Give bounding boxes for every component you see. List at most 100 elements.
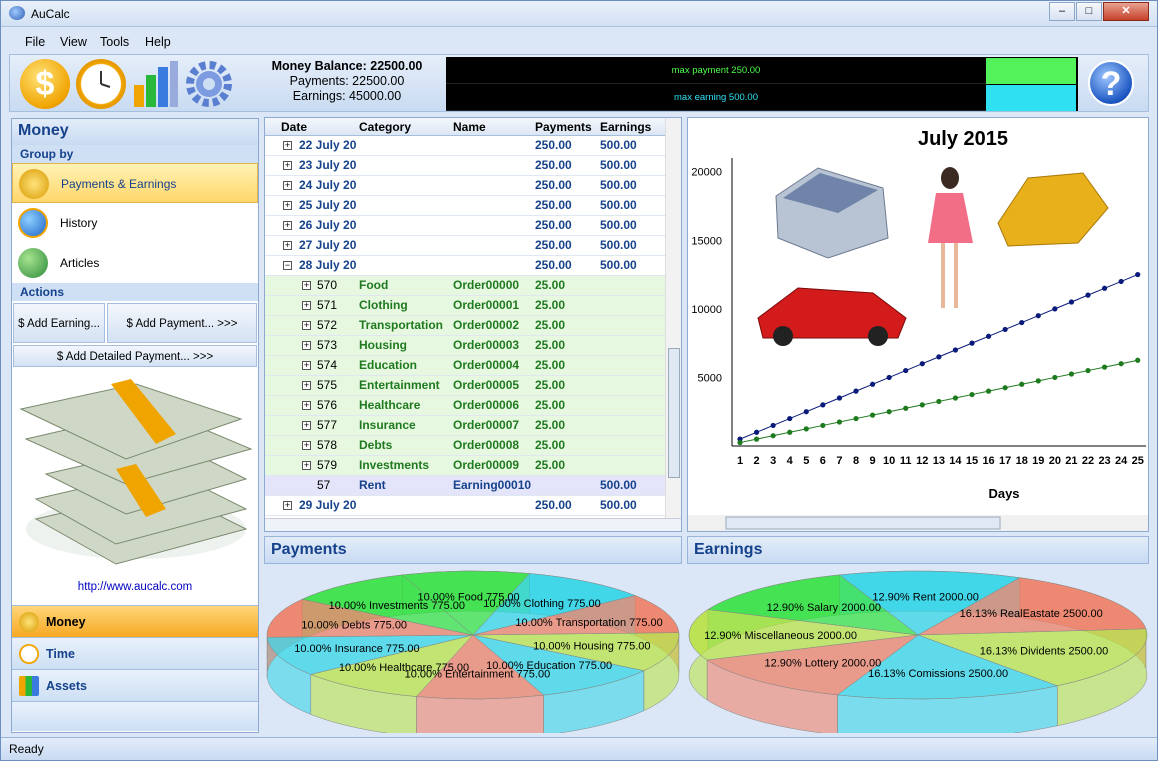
table-row[interactable]: +22 July 20 250.00 500.00 bbox=[265, 136, 665, 156]
data-point bbox=[1052, 306, 1058, 312]
asset-pictures bbox=[757, 167, 1109, 346]
nav-label: Assets bbox=[46, 679, 87, 693]
gear-icon[interactable] bbox=[184, 59, 234, 109]
earnings-total: Earnings: 45000.00 bbox=[292, 89, 402, 103]
nav-overflow[interactable] bbox=[12, 701, 258, 731]
table-row[interactable]: +573 Housing Order00003 25.00 bbox=[265, 336, 665, 356]
group-history[interactable]: History bbox=[12, 203, 258, 243]
col-date[interactable]: Date bbox=[281, 120, 307, 134]
table-row[interactable]: +572 Transportation Order00002 25.00 bbox=[265, 316, 665, 336]
nav-money[interactable]: Money bbox=[12, 605, 258, 637]
data-point bbox=[820, 402, 826, 408]
y-tick-label: 10000 bbox=[691, 304, 722, 316]
col-payments[interactable]: Payments bbox=[535, 120, 592, 134]
table-row[interactable]: +574 Education Order00004 25.00 bbox=[265, 356, 665, 376]
table-row[interactable]: +23 July 20 250.00 500.00 bbox=[265, 156, 665, 176]
expand-toggle-icon[interactable]: + bbox=[302, 461, 311, 470]
nav-time[interactable]: Time bbox=[12, 637, 258, 669]
payments-total: Payments: 22500.00 bbox=[289, 74, 405, 88]
name-cell: Order00003 bbox=[453, 338, 520, 352]
expand-toggle-icon[interactable]: + bbox=[302, 321, 311, 330]
category-cell: Food bbox=[359, 278, 389, 292]
expand-toggle-icon[interactable]: + bbox=[302, 301, 311, 310]
expand-toggle-icon[interactable]: + bbox=[283, 501, 292, 510]
expand-toggle-icon[interactable]: + bbox=[302, 341, 311, 350]
woman-image bbox=[941, 167, 959, 189]
expand-toggle-icon[interactable]: + bbox=[283, 141, 292, 150]
data-point bbox=[985, 388, 992, 394]
table-row[interactable]: +570 Food Order00000 25.00 bbox=[265, 276, 665, 296]
table-row[interactable]: +578 Debts Order00008 25.00 bbox=[265, 436, 665, 456]
table-row[interactable]: +571 Clothing Order00001 25.00 bbox=[265, 296, 665, 316]
category-cell: Education bbox=[359, 358, 418, 372]
table-row[interactable]: +577 Insurance Order00007 25.00 bbox=[265, 416, 665, 436]
scroll-thumb[interactable] bbox=[668, 348, 680, 478]
col-name[interactable]: Name bbox=[453, 120, 486, 134]
data-point bbox=[1101, 364, 1108, 370]
gold-bars-image bbox=[997, 172, 1109, 247]
expand-toggle-icon[interactable]: + bbox=[283, 221, 292, 230]
data-point bbox=[770, 433, 776, 439]
table-row[interactable]: +576 Healthcare Order00006 25.00 bbox=[265, 396, 665, 416]
website-link[interactable]: http://www.aucalc.com bbox=[12, 581, 258, 593]
table-row[interactable]: −28 July 20 250.00 500.00 bbox=[265, 256, 665, 276]
add-payment-button[interactable]: $ Add Payment... >>> bbox=[107, 303, 257, 343]
grid-scrollbar[interactable] bbox=[665, 118, 681, 518]
table-row[interactable]: +575 Entertainment Order00005 25.00 bbox=[265, 376, 665, 396]
payments-cell: 25.00 bbox=[535, 458, 566, 472]
data-point bbox=[753, 436, 760, 442]
menu-view[interactable]: View bbox=[60, 35, 87, 49]
table-row[interactable]: +579 Investments Order00009 25.00 bbox=[265, 456, 665, 476]
name-cell: Order00004 bbox=[453, 358, 520, 372]
add-earning-button[interactable]: $ Add Earning... bbox=[13, 303, 105, 343]
money-header: Money bbox=[12, 119, 258, 145]
expand-toggle-icon[interactable]: + bbox=[283, 181, 292, 190]
expand-toggle-icon[interactable]: + bbox=[302, 401, 311, 410]
table-row[interactable]: +26 July 20 250.00 500.00 bbox=[265, 216, 665, 236]
help-icon[interactable]: ? bbox=[1088, 60, 1134, 106]
expand-toggle-icon[interactable]: + bbox=[302, 381, 311, 390]
pie-slice-label: 10.00% Clothing 775.00 bbox=[483, 598, 600, 610]
pie-slice-label: 12.90% Miscellaneous 2000.00 bbox=[704, 630, 857, 642]
add-detailed-payment-button[interactable]: $ Add Detailed Payment... >>> bbox=[13, 345, 257, 367]
data-point bbox=[1002, 385, 1008, 391]
clock-icon[interactable] bbox=[76, 59, 126, 109]
name-cell: Order00000 bbox=[453, 278, 520, 292]
clock-hands-icon bbox=[100, 71, 111, 88]
id-cell: 572 bbox=[317, 318, 338, 332]
category-cell: Insurance bbox=[359, 418, 416, 432]
expand-toggle-icon[interactable]: + bbox=[302, 281, 311, 290]
col-category[interactable]: Category bbox=[359, 120, 411, 134]
maximize-button[interactable]: □ bbox=[1076, 2, 1102, 21]
expand-toggle-icon[interactable]: + bbox=[302, 441, 311, 450]
expand-toggle-icon[interactable]: + bbox=[302, 421, 311, 430]
table-row[interactable]: +24 July 20 250.00 500.00 bbox=[265, 176, 665, 196]
table-row[interactable]: 57 Rent Earning00010 500.00 bbox=[265, 476, 665, 496]
menu-help[interactable]: Help bbox=[145, 35, 171, 49]
col-earnings[interactable]: Earnings bbox=[600, 120, 651, 134]
expand-toggle-icon[interactable]: + bbox=[302, 361, 311, 370]
expand-toggle-icon[interactable]: − bbox=[283, 261, 292, 270]
minimize-button[interactable]: – bbox=[1049, 2, 1075, 21]
money-dollar-icon[interactable]: $ bbox=[20, 59, 70, 109]
actions-header: Actions bbox=[12, 283, 258, 301]
expand-toggle-icon[interactable]: + bbox=[283, 161, 292, 170]
payments-cell: 25.00 bbox=[535, 278, 566, 292]
group-articles[interactable]: Articles bbox=[12, 243, 258, 283]
close-button[interactable]: ✕ bbox=[1103, 2, 1149, 21]
expand-toggle-icon[interactable]: + bbox=[283, 241, 292, 250]
table-row[interactable]: +27 July 20 250.00 500.00 bbox=[265, 236, 665, 256]
group-payments-earnings[interactable]: Payments & Earnings bbox=[12, 163, 258, 203]
table-row[interactable]: +25 July 20 250.00 500.00 bbox=[265, 196, 665, 216]
payments-pie-chart: 10.00% Food 775.0010.00% Clothing 775.00… bbox=[266, 570, 680, 733]
nav-assets[interactable]: Assets bbox=[12, 669, 258, 701]
data-point bbox=[1135, 271, 1141, 278]
expand-toggle-icon[interactable]: + bbox=[283, 201, 292, 210]
menu-tools[interactable]: Tools bbox=[100, 35, 129, 49]
category-cell: Entertainment bbox=[359, 378, 440, 392]
data-point bbox=[787, 415, 793, 422]
table-row[interactable]: +29 July 20 250.00 500.00 bbox=[265, 496, 665, 516]
grid-footer bbox=[265, 518, 681, 531]
bar-chart-icon[interactable] bbox=[130, 59, 180, 109]
menu-file[interactable]: File bbox=[25, 35, 45, 49]
